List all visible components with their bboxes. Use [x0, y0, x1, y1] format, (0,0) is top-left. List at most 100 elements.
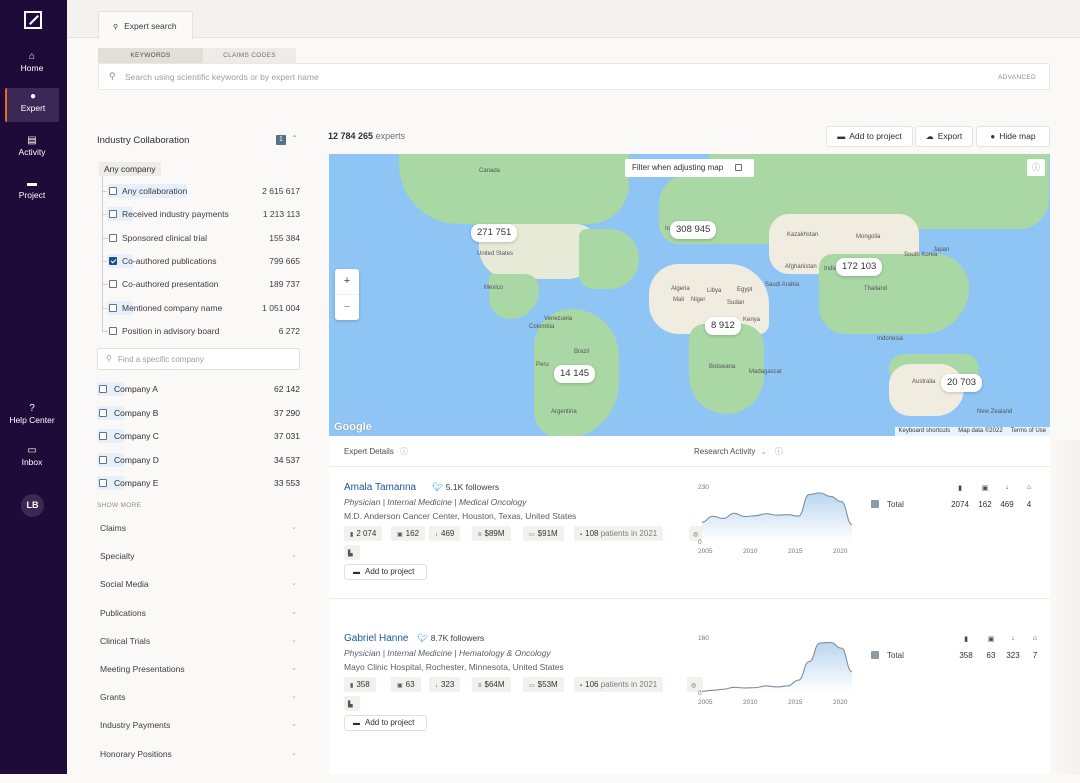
tab-claims-codes[interactable]: CLAIMS CODES — [203, 48, 296, 64]
map[interactable]: Canada United States Mexico Colombia Ven… — [329, 154, 1050, 436]
checkbox[interactable] — [109, 234, 117, 242]
expert-stat-chip[interactable]: ▭ $53M — [523, 677, 564, 692]
avatar[interactable]: LB — [21, 494, 44, 517]
expert-stat-chip[interactable]: ▣ 63 — [391, 677, 421, 692]
expert-stat-chip[interactable]: ▮ 358 — [344, 677, 376, 692]
filter-when-adjusting-map-toggle[interactable]: Filter when adjusting map — [625, 159, 754, 177]
add-to-project-button[interactable]: ▬ Add to project — [344, 564, 427, 580]
company-option[interactable]: Company D 34 537 — [97, 452, 300, 467]
add-to-project-button[interactable]: ▬ Add to project — [826, 126, 913, 147]
filter-option[interactable]: Received industry payments 1 213 113 — [102, 207, 300, 221]
filter-section[interactable]: Claims ⌄ — [100, 523, 300, 533]
expert-stat-chip[interactable]: ▙ — [344, 545, 360, 560]
checkbox[interactable] — [99, 385, 107, 393]
filter-section[interactable]: Meeting Presentations ⌄ — [100, 664, 300, 674]
filter-section[interactable]: Industry Payments ⌄ — [100, 720, 300, 730]
filter-section[interactable]: Specialty ⌄ — [100, 551, 300, 561]
filter-option[interactable]: Co-authored publications 799 665 — [102, 254, 300, 268]
info-icon[interactable]: ⓘ — [400, 447, 408, 456]
checkbox[interactable] — [109, 187, 117, 195]
show-more-button[interactable]: SHOW MORE — [97, 502, 141, 509]
checkbox[interactable] — [109, 280, 117, 288]
sidebar-item-activity[interactable]: ▤ Activity — [5, 132, 59, 166]
expert-name-link[interactable]: Gabriel Hanne — [344, 633, 408, 644]
any-company-group[interactable]: Any company — [99, 162, 161, 176]
filter-checkbox[interactable] — [735, 164, 742, 171]
company-option[interactable]: Company C 37 031 — [97, 429, 300, 443]
map-cluster-africa[interactable]: 8 912 — [705, 317, 741, 335]
expert-stat-chip[interactable]: ↓ 323 — [429, 677, 461, 692]
research-activity-chart[interactable]: 160 0 2005 2010 2015 2020 — [696, 633, 856, 708]
expert-stat-chip[interactable]: ≡ $64M — [472, 677, 511, 692]
company-search-input[interactable]: ⚲ Find a specific company — [97, 348, 300, 370]
filter-option[interactable]: Any collaboration 2 615 617 — [102, 184, 300, 198]
filter-section[interactable]: Publications ⌄ — [100, 608, 300, 618]
filter-section[interactable]: Social Media ⌄ — [100, 579, 300, 589]
map-cluster-australia[interactable]: 20 703 — [941, 374, 983, 392]
search-input[interactable]: ⚲ Search using scientific keywords or by… — [98, 63, 1050, 90]
filter-section[interactable]: Grants ⌄ — [100, 692, 300, 702]
map-cluster-north-america[interactable]: 271 751 — [471, 224, 518, 242]
company-option[interactable]: Company A 62 142 — [97, 382, 300, 396]
hide-map-button[interactable]: ● Hide map — [976, 126, 1050, 147]
total-toggle[interactable]: Total — [871, 500, 904, 509]
filter-option[interactable]: Sponsored clinical trial 155 384 — [102, 231, 300, 245]
checkbox[interactable] — [109, 327, 117, 335]
expert-stat-chip[interactable]: ▪ 106 patients in 2021 — [574, 677, 664, 692]
research-activity-chart[interactable]: 230 0 2005 2010 2015 2020 — [696, 482, 856, 557]
checkbox[interactable] — [99, 432, 107, 440]
company-option[interactable]: Company B 37 290 — [97, 405, 300, 420]
zoom-out-button[interactable]: − — [335, 294, 359, 319]
info-icon[interactable]: ⓘ — [775, 447, 783, 456]
chevron-up-icon[interactable]: ⌃ — [291, 134, 298, 143]
checkbox[interactable] — [99, 479, 107, 487]
zoom-in-button[interactable]: + — [335, 269, 359, 294]
tab-keywords[interactable]: KEYWORDS — [98, 48, 203, 64]
expert-stat-chip[interactable]: ▣ 162 — [391, 526, 426, 541]
expert-stat-chip[interactable]: ▮ 2 074 — [344, 526, 383, 541]
company-option[interactable]: Company E 33 553 — [97, 476, 300, 490]
twitter-followers[interactable]: 🐦︎ 5.1K followers — [432, 482, 499, 493]
checkbox[interactable] — [99, 408, 107, 417]
sidebar-item-home[interactable]: ⌂ Home — [5, 48, 59, 82]
total-toggle[interactable]: Total — [871, 651, 904, 660]
checkbox-checked-icon[interactable] — [871, 651, 879, 659]
tab-expert-search[interactable]: ⚲ Expert search — [98, 11, 193, 39]
column-research-activity[interactable]: Research Activity ⌄ ⓘ — [694, 446, 783, 457]
map-cluster-asia[interactable]: 172 103 — [836, 258, 883, 276]
filter-option[interactable]: Co-authored presentation 189 737 — [102, 277, 300, 291]
checkbox[interactable] — [99, 455, 107, 464]
map-info-icon[interactable]: ⓘ — [1027, 159, 1045, 176]
map-cluster-south-america[interactable]: 14 145 — [554, 365, 596, 383]
filter-title-industry-collaboration[interactable]: Industry Collaboration — [97, 135, 189, 146]
sidebar-item-project[interactable]: ▬ Project — [5, 175, 59, 209]
filter-section[interactable]: Clinical Trials ⌄ — [100, 636, 300, 646]
sidebar-item-expert[interactable]: ● Expert — [5, 88, 59, 122]
map-cluster-europe[interactable]: 308 945 — [670, 221, 717, 239]
expert-stat-chip[interactable]: ≡ $89M — [472, 526, 511, 541]
twitter-followers[interactable]: 🐦︎ 8.7K followers — [417, 633, 484, 644]
filter-option[interactable]: Mentioned company name 1 051 004 — [102, 301, 300, 315]
checkbox[interactable] — [109, 304, 117, 312]
app-logo-icon[interactable] — [24, 11, 42, 29]
filter-option[interactable]: Position in advisory board 6 272 — [102, 324, 300, 338]
stat-value: 469 — [1000, 500, 1014, 509]
expert-stat-chip[interactable]: ↓ 469 — [429, 526, 461, 541]
sidebar-item-help-center[interactable]: ? Help Center — [3, 400, 61, 434]
advanced-search-button[interactable]: ADVANCED — [998, 74, 1036, 81]
expert-name-link[interactable]: Amala Tamanna — [344, 482, 416, 493]
expert-stat-chip[interactable]: ▪ 108 patients in 2021 — [574, 526, 664, 541]
add-to-project-button[interactable]: ▬ Add to project — [344, 715, 427, 731]
map-zoom-control: + − — [335, 269, 359, 320]
filter-section[interactable]: Honorary Positions ⌄ — [100, 749, 300, 759]
checkbox[interactable] — [109, 257, 117, 265]
keyboard-shortcuts-link[interactable]: Keyboard shortcuts — [899, 428, 951, 434]
export-button[interactable]: ☁ Export — [915, 126, 973, 147]
checkbox[interactable] — [109, 210, 117, 218]
filter-section-label: Industry Payments — [100, 720, 171, 731]
terms-of-use-link[interactable]: Terms of Use — [1011, 428, 1046, 434]
sidebar-item-inbox[interactable]: ▭ Inbox — [5, 442, 59, 476]
expert-stat-chip[interactable]: ▭ $91M — [523, 526, 564, 541]
checkbox-checked-icon[interactable] — [871, 500, 879, 508]
expert-stat-chip[interactable]: ▙ — [344, 696, 360, 711]
